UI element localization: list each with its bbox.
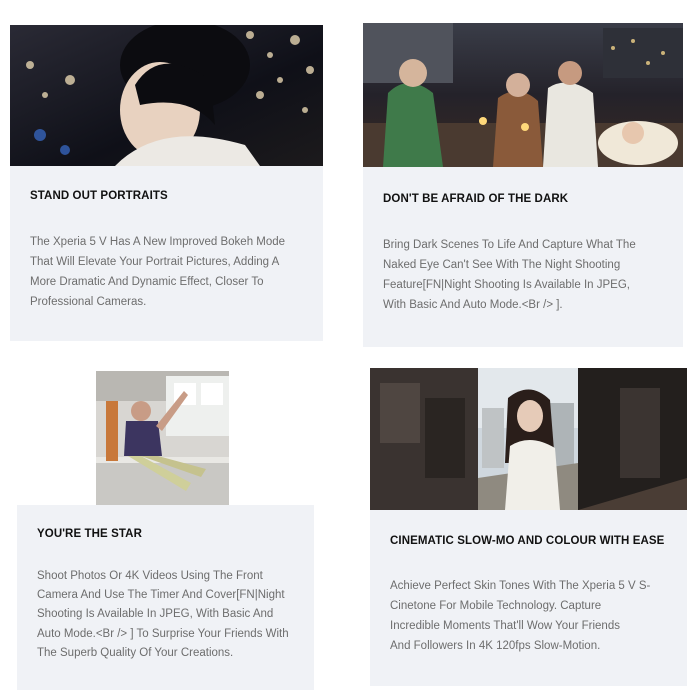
feature-card-panel: CINEMATIC SLOW-MO AND COLOUR WITH EASE A… [370,510,687,686]
kitchen-selfie-photo [96,371,229,505]
feature-card-panel: YOU'RE THE STAR Shoot Photos Or 4K Video… [17,505,314,690]
feature-description: Bring Dark Scenes To Life And Capture Wh… [383,239,636,311]
feature-title: STAND OUT PORTRAITS [30,190,168,202]
feature-title: DON'T BE AFRAID OF THE DARK [383,193,569,205]
feature-title: CINEMATIC SLOW-MO AND COLOUR WITH EASE [390,535,665,547]
feature-title: YOU'RE THE STAR [37,528,142,540]
feature-description: The Xperia 5 V Has A New Improved Bokeh … [30,236,286,308]
feature-card-panel: STAND OUT PORTRAITS The Xperia 5 V Has A… [10,166,323,341]
feature-card-panel: DON'T BE AFRAID OF THE DARK Bring Dark S… [363,167,683,347]
portrait-photo [10,25,323,166]
feature-description: Achieve Perfect Skin Tones With The Xper… [390,580,651,652]
cinematic-photo [370,368,687,510]
night-party-photo [363,23,683,167]
feature-description: Shoot Photos Or 4K Videos Using The Fron… [37,570,289,659]
